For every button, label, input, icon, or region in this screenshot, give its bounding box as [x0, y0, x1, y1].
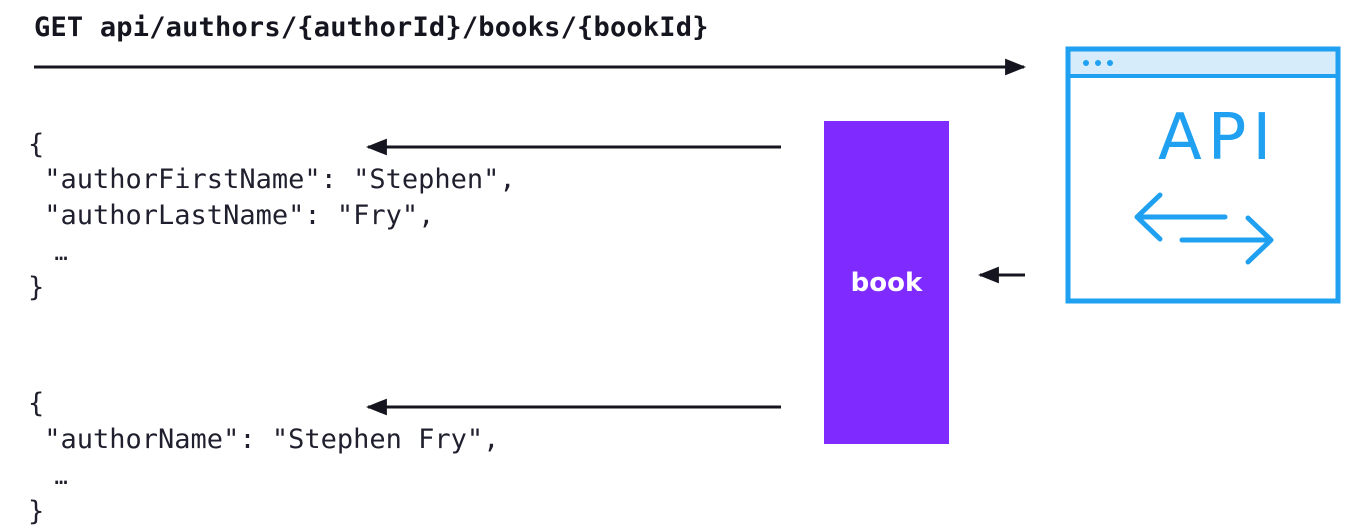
response-two-ellipsis: …	[28, 465, 68, 490]
response-one-ellipsis: …	[28, 241, 68, 266]
response-two-close-brace: }	[28, 496, 45, 527]
api-label: API	[1158, 101, 1278, 175]
diagram-canvas: GET api/authors/{authorId}/books/{bookId…	[0, 0, 1348, 529]
response-two-author-name-line: "authorName": "Stephen Fry",	[28, 424, 500, 455]
api-window-icon	[1065, 46, 1341, 304]
response-one-first-name-line: "authorFirstName": "Stephen",	[28, 164, 516, 195]
book-entity-box: book	[824, 121, 949, 444]
response-two-open-brace: {	[28, 388, 45, 419]
response-one-last-name-line: "authorLastName": "Fry",	[28, 200, 435, 231]
book-label: book	[850, 267, 923, 298]
response-one-open-brace: {	[28, 129, 45, 160]
response-one-close-brace: }	[28, 272, 45, 303]
